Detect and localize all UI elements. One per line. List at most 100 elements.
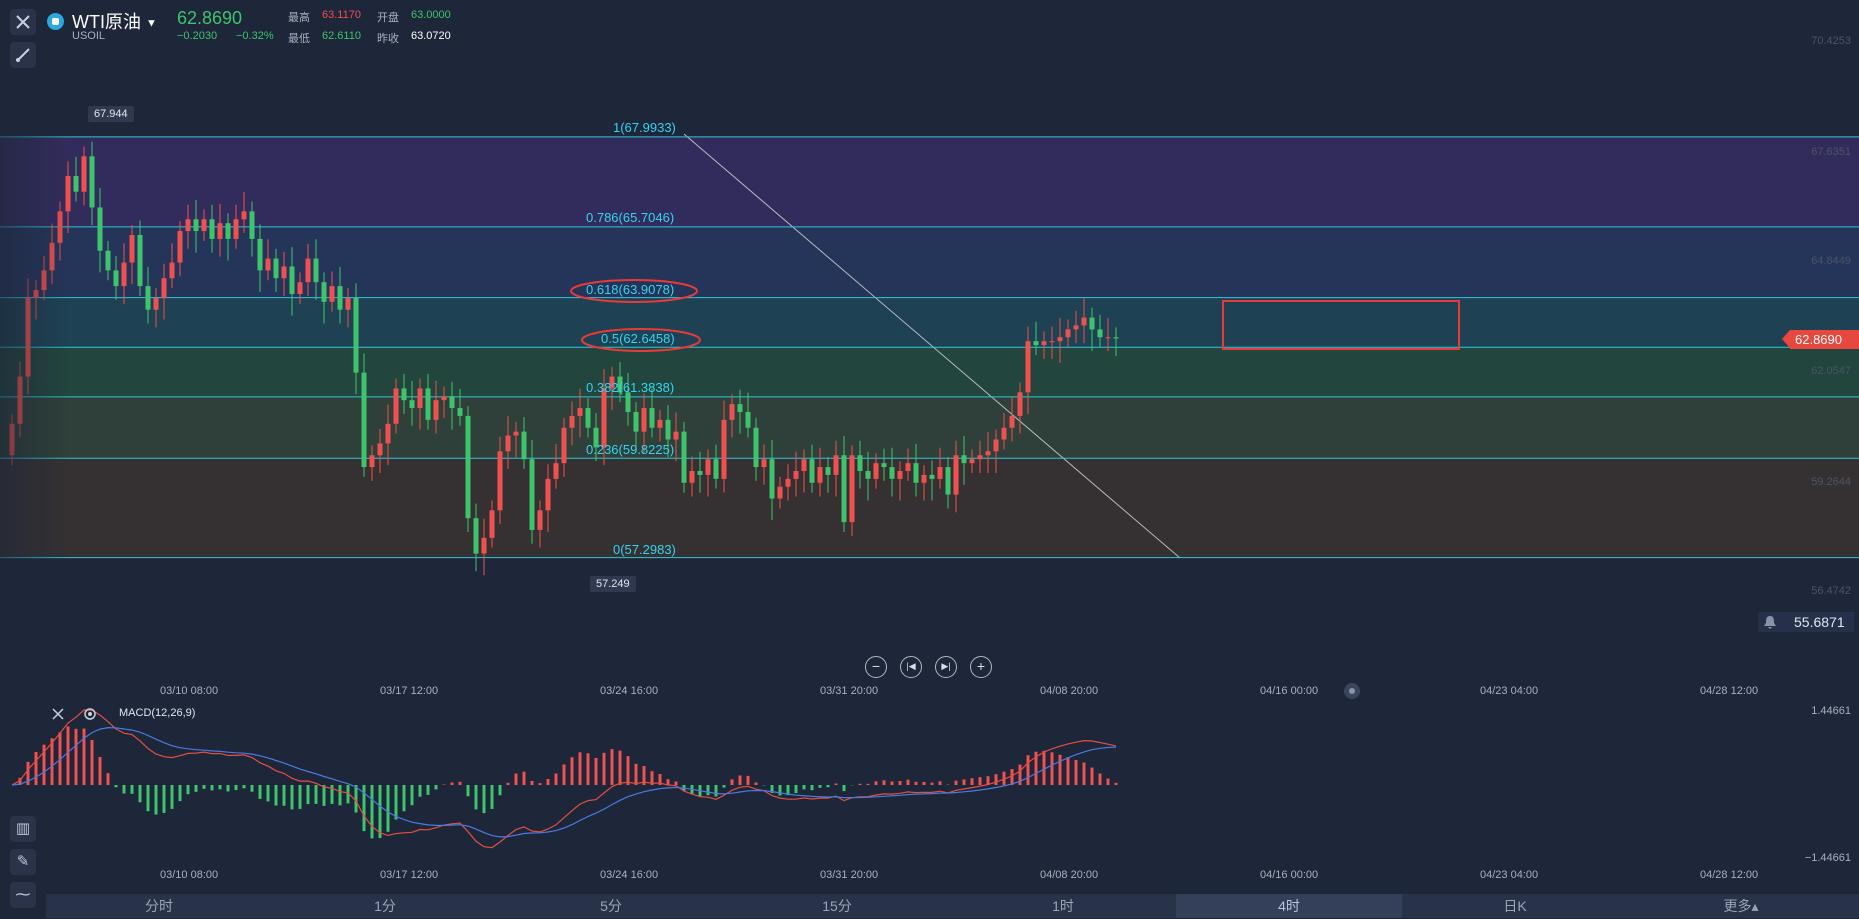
candle-body: [209, 219, 215, 239]
candle-body: [361, 372, 367, 468]
candle-body: [89, 156, 95, 208]
candle-body: [481, 537, 487, 554]
draw-tool-button[interactable]: [10, 42, 36, 68]
zoom-in-button[interactable]: +: [970, 656, 992, 678]
candle-body: [641, 408, 647, 432]
macd-settings-button[interactable]: [83, 707, 97, 721]
candle-body: [161, 278, 167, 298]
candle-body: [1073, 325, 1079, 330]
indicator-button[interactable]: ▥: [10, 816, 36, 842]
fib-label: 0.236(59.8225): [586, 442, 675, 457]
candle-body: [585, 408, 591, 428]
candle-body: [953, 455, 959, 495]
candle-body: [1089, 317, 1095, 330]
prev-close-value: 63.0720: [411, 30, 451, 42]
candle-body: [809, 459, 815, 483]
fib-band: [0, 458, 1859, 558]
tab-fenshi[interactable]: 分时: [46, 894, 272, 918]
fib-label: 1(67.9933): [613, 120, 676, 135]
candle-body: [945, 467, 951, 495]
candle-body: [121, 262, 127, 287]
rewind-button[interactable]: |◀: [900, 656, 922, 678]
candle-body: [937, 467, 943, 479]
open-label: 开盘: [377, 12, 399, 24]
candle-body: [385, 423, 391, 444]
candle-body: [321, 282, 327, 302]
forward-button[interactable]: ▶|: [935, 656, 957, 678]
candle-body: [353, 297, 359, 373]
fib-band: [0, 396, 1859, 459]
macd-top-value: 1.44661: [1811, 705, 1851, 717]
candle-body: [529, 459, 535, 530]
tab-15min[interactable]: 15分: [724, 894, 950, 918]
candle-body: [433, 400, 439, 420]
candle-body: [993, 439, 999, 452]
tab-4hour[interactable]: 4时: [1176, 894, 1402, 918]
time-tick: 03/24 16:00: [600, 685, 659, 697]
tab-1min[interactable]: 1分: [272, 894, 498, 918]
candle-body: [921, 474, 927, 483]
price-tick: 67.6351: [1811, 146, 1851, 158]
candle-body: [1057, 337, 1063, 342]
candle-body: [913, 463, 919, 483]
candle-body: [537, 510, 543, 530]
candle-body: [737, 404, 743, 412]
candle-body: [329, 286, 335, 302]
zoom-out-button[interactable]: −: [865, 656, 887, 678]
time-tick: 04/08 20:00: [1040, 685, 1099, 697]
candle-body: [337, 286, 343, 310]
candle-body: [825, 467, 831, 475]
candle-body: [1033, 341, 1039, 346]
high-label: 最高: [288, 12, 310, 24]
macd-time-tick: 03/10 08:00: [160, 869, 219, 881]
price-tick: 70.4253: [1811, 35, 1851, 47]
candle-body: [873, 463, 879, 479]
candle-body: [465, 415, 471, 519]
macd-time-tick: 04/23 04:00: [1480, 869, 1539, 881]
zoom-out-icon: −: [871, 658, 881, 674]
price-change: −0.2030: [177, 30, 218, 42]
candle-body: [289, 266, 295, 294]
candle-body: [145, 286, 151, 310]
rewind-icon: |◀: [906, 661, 916, 671]
candle-body: [865, 470, 871, 479]
macd-time-tick: 03/24 16:00: [600, 869, 659, 881]
candle-body: [793, 470, 799, 479]
chart-app: WTI原油 ▼ USOIL 62.8690 −0.2030 −0.32% 最高 …: [0, 0, 1859, 919]
candle-body: [313, 258, 319, 283]
fib-label: 0.618(63.9078): [586, 282, 675, 297]
fib-label: 0.5(62.6458): [601, 331, 675, 346]
candle-body: [969, 459, 975, 464]
close-button[interactable]: [10, 9, 36, 35]
candle-body: [1081, 317, 1087, 326]
candle-body: [1065, 329, 1071, 338]
candle-body: [233, 219, 239, 239]
candle-body: [457, 408, 463, 416]
price-tick: 64.8449: [1811, 255, 1851, 267]
open-value: 63.0000: [411, 9, 451, 21]
alert-widget[interactable]: 55.6871: [1758, 612, 1854, 632]
tab-5min[interactable]: 5分: [498, 894, 724, 918]
candle-body: [713, 459, 719, 479]
candle-body: [241, 211, 247, 220]
macd-time-tick: 04/08 20:00: [1040, 869, 1099, 881]
crosshair-handle[interactable]: [1344, 683, 1360, 699]
line-chart-button[interactable]: ⁓: [10, 882, 36, 908]
symbol-code: USOIL: [72, 30, 106, 42]
chart-canvas[interactable]: [0, 0, 1859, 919]
symbol-name: WTI原油: [72, 12, 141, 32]
candle-body: [625, 392, 631, 412]
tab-1hour[interactable]: 1时: [950, 894, 1176, 918]
candle-body: [409, 400, 415, 409]
pencil-button[interactable]: ✎: [10, 849, 36, 875]
candle-body: [577, 408, 583, 416]
candle-body: [249, 211, 255, 239]
candle-body: [1017, 392, 1023, 416]
tab-more[interactable]: 更多▴: [1628, 894, 1854, 918]
candle-body: [1041, 341, 1047, 346]
tab-daily[interactable]: 日K: [1402, 894, 1628, 918]
candle-body: [729, 404, 735, 420]
macd-close-button[interactable]: [51, 707, 65, 721]
fib-band: [0, 347, 1859, 397]
candle-body: [721, 419, 727, 479]
